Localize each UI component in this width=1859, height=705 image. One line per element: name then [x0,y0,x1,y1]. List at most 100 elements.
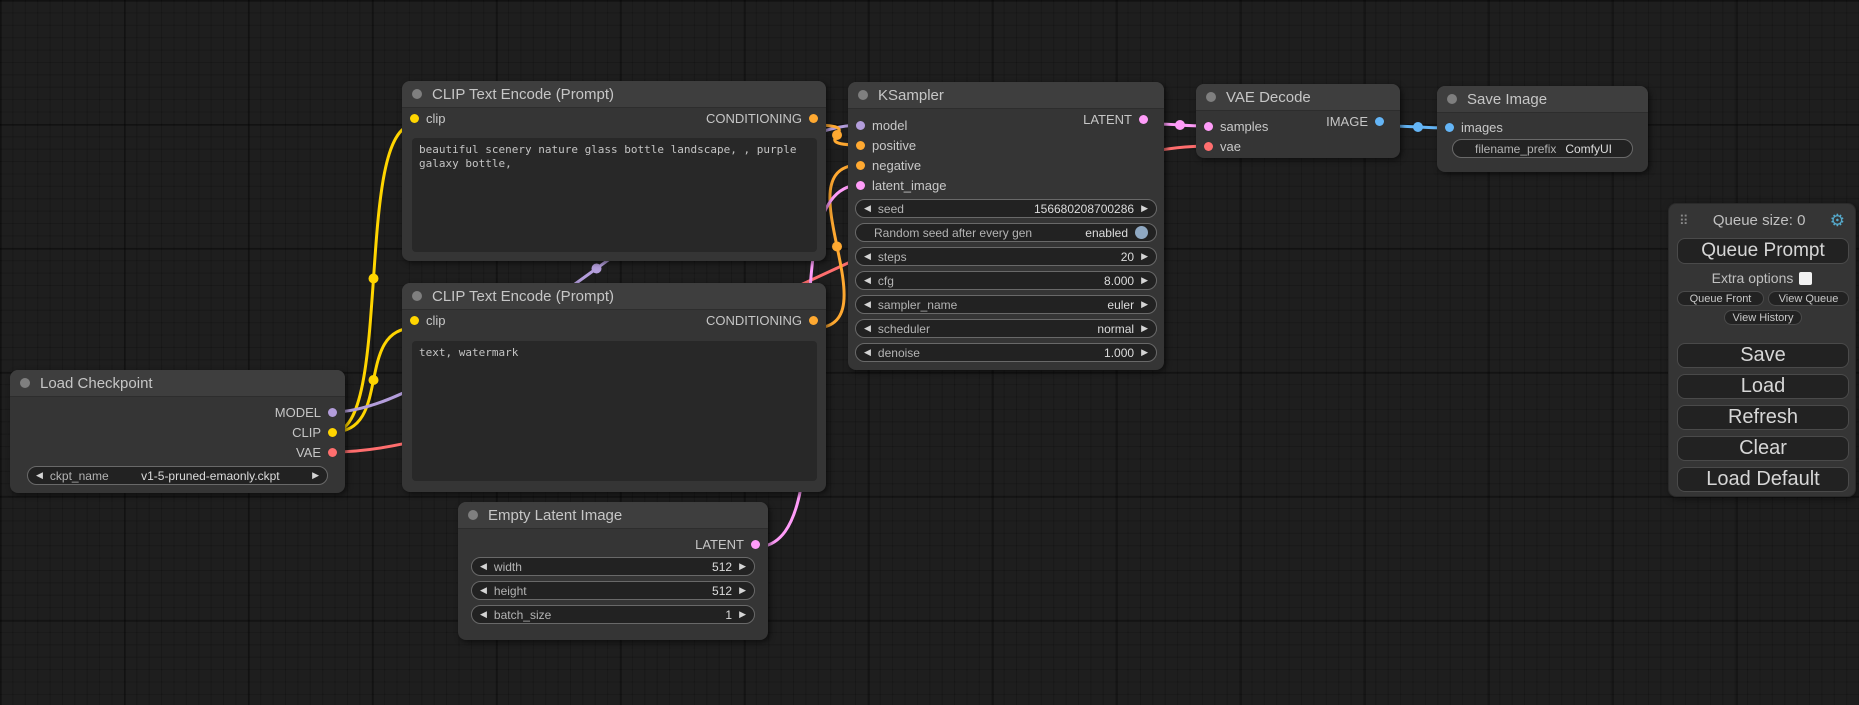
increment-arrow-icon[interactable]: ▶ [1141,324,1148,333]
node-vae-decode[interactable]: VAE Decode samples vae IMAGE [1196,84,1400,158]
samples-input-port[interactable] [1204,122,1213,131]
decrement-arrow-icon[interactable]: ◀ [864,252,871,261]
toggle-on-icon[interactable] [1135,226,1148,239]
node-title-bar[interactable]: CLIP Text Encode (Prompt) [402,81,826,108]
vae-input-port[interactable] [1204,142,1213,151]
collapse-dot-icon[interactable] [468,510,478,520]
positive-prompt-textarea[interactable]: beautiful scenery nature glass bottle la… [412,138,817,252]
queue-front-button[interactable]: Queue Front [1677,291,1764,306]
decrement-arrow-icon[interactable]: ◀ [36,471,43,480]
negative-input-port[interactable] [856,161,865,170]
positive-input-label: positive [872,138,916,153]
load-button[interactable]: Load [1677,374,1849,399]
node-title: Load Checkpoint [40,375,153,392]
denoise-widget[interactable]: ◀ denoise 1.000 ▶ [855,343,1157,362]
width-label: width [494,560,522,574]
gear-icon[interactable]: ⚙ [1830,212,1845,229]
extra-options-checkbox[interactable] [1799,272,1812,285]
steps-value: 20 [1121,250,1134,264]
wire-midpoint-dot [592,264,602,274]
collapse-dot-icon[interactable] [412,89,422,99]
node-title-bar[interactable]: Load Checkpoint [10,370,345,397]
decrement-arrow-icon[interactable]: ◀ [864,324,871,333]
clip-output-port[interactable] [328,428,337,437]
scheduler-widget[interactable]: ◀ scheduler normal ▶ [855,319,1157,338]
conditioning-output-port[interactable] [809,316,818,325]
increment-arrow-icon[interactable]: ▶ [1141,348,1148,357]
node-title-bar[interactable]: VAE Decode [1196,84,1400,111]
increment-arrow-icon[interactable]: ▶ [1141,204,1148,213]
decrement-arrow-icon[interactable]: ◀ [480,610,487,619]
ckpt-name-widget[interactable]: ◀ ckpt_name v1-5-pruned-emaonly.ckpt ▶ [27,466,328,485]
node-title-bar[interactable]: CLIP Text Encode (Prompt) [402,283,826,310]
latent-image-input-port[interactable] [856,181,865,190]
node-title-bar[interactable]: Empty Latent Image [458,502,768,529]
decrement-arrow-icon[interactable]: ◀ [480,586,487,595]
images-input-port[interactable] [1445,123,1454,132]
decrement-arrow-icon[interactable]: ◀ [864,276,871,285]
model-output-port[interactable] [328,408,337,417]
steps-widget[interactable]: ◀ steps 20 ▶ [855,247,1157,266]
random-seed-toggle-widget[interactable]: Random seed after every gen enabled [855,223,1157,242]
clip-input-port[interactable] [410,316,419,325]
latent-output-port[interactable] [1139,115,1148,124]
node-ksampler[interactable]: KSampler model positive negative latent_… [848,82,1164,370]
collapse-dot-icon[interactable] [412,291,422,301]
clear-button[interactable]: Clear [1677,436,1849,461]
queue-prompt-button[interactable]: Queue Prompt [1677,238,1849,264]
view-queue-button[interactable]: View Queue [1768,291,1849,306]
seed-widget[interactable]: ◀ seed 156680208700286 ▶ [855,199,1157,218]
node-clip-text-encode-negative[interactable]: CLIP Text Encode (Prompt) clip CONDITION… [402,283,826,492]
collapse-dot-icon[interactable] [858,90,868,100]
view-history-button[interactable]: View History [1724,310,1802,325]
node-title-bar[interactable]: Save Image [1437,86,1648,113]
model-input-port[interactable] [856,121,865,130]
height-label: height [494,584,527,598]
conditioning-output-port[interactable] [809,114,818,123]
refresh-button[interactable]: Refresh [1677,405,1849,430]
width-widget[interactable]: ◀ width 512 ▶ [471,557,755,576]
node-clip-text-encode-positive[interactable]: CLIP Text Encode (Prompt) clip CONDITION… [402,81,826,261]
increment-arrow-icon[interactable]: ▶ [312,471,319,480]
decrement-arrow-icon[interactable]: ◀ [864,348,871,357]
node-empty-latent-image[interactable]: Empty Latent Image LATENT ◀ width 512 ▶ … [458,502,768,640]
sampler-name-widget[interactable]: ◀ sampler_name euler ▶ [855,295,1157,314]
wire-midpoint-dot [1413,122,1423,132]
clip-output-label: CLIP [292,425,321,440]
positive-input-port[interactable] [856,141,865,150]
increment-arrow-icon[interactable]: ▶ [739,562,746,571]
node-load-checkpoint[interactable]: Load Checkpoint MODEL CLIP VAE ◀ ckpt_na… [10,370,345,493]
decrement-arrow-icon[interactable]: ◀ [864,204,871,213]
increment-arrow-icon[interactable]: ▶ [1141,300,1148,309]
clip-input-port[interactable] [410,114,419,123]
model-input-label: model [872,118,907,133]
height-widget[interactable]: ◀ height 512 ▶ [471,581,755,600]
increment-arrow-icon[interactable]: ▶ [1141,252,1148,261]
ckpt-name-label: ckpt_name [50,469,109,483]
node-title-bar[interactable]: KSampler [848,82,1164,109]
node-save-image[interactable]: Save Image images filename_prefix ComfyU… [1437,86,1648,172]
cfg-widget[interactable]: ◀ cfg 8.000 ▶ [855,271,1157,290]
negative-prompt-textarea[interactable]: text, watermark [412,341,817,481]
collapse-dot-icon[interactable] [1447,94,1457,104]
increment-arrow-icon[interactable]: ▶ [739,586,746,595]
decrement-arrow-icon[interactable]: ◀ [480,562,487,571]
sampler-name-label: sampler_name [878,298,957,312]
save-button[interactable]: Save [1677,343,1849,368]
increment-arrow-icon[interactable]: ▶ [1141,276,1148,285]
collapse-dot-icon[interactable] [1206,92,1216,102]
clip-input-label: clip [426,111,446,126]
drag-handle-icon[interactable]: ⠿ [1679,213,1689,229]
vae-output-port[interactable] [328,448,337,457]
latent-output-port[interactable] [751,540,760,549]
collapse-dot-icon[interactable] [20,378,30,388]
queue-menu-panel: ⠿ Queue size: 0 ⚙ Queue Prompt Extra opt… [1668,203,1856,497]
batch-size-widget[interactable]: ◀ batch_size 1 ▶ [471,605,755,624]
increment-arrow-icon[interactable]: ▶ [739,610,746,619]
decrement-arrow-icon[interactable]: ◀ [864,300,871,309]
load-default-button[interactable]: Load Default [1677,467,1849,492]
conditioning-output-label: CONDITIONING [706,313,802,328]
image-output-port[interactable] [1375,117,1384,126]
height-value: 512 [712,584,732,598]
filename-prefix-widget[interactable]: filename_prefix ComfyUI [1452,139,1633,158]
